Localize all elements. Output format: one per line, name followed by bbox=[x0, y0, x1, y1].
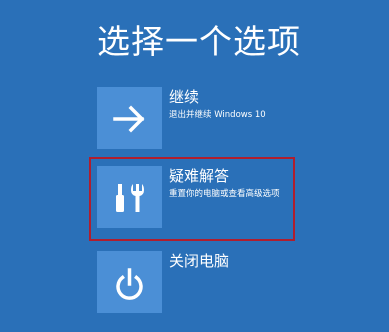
shutdown-tile[interactable] bbox=[97, 251, 162, 313]
continue-option[interactable]: 继续 退出并继续 Windows 10 bbox=[97, 87, 357, 149]
shutdown-label: 关闭电脑 bbox=[169, 252, 230, 270]
troubleshoot-option[interactable]: 疑难解答 重置你的电脑或查看高级选项 bbox=[97, 166, 357, 228]
power-icon bbox=[116, 268, 143, 300]
continue-label: 继续 bbox=[169, 88, 200, 106]
recovery-screen: 选择一个选项 继续 退出并继续 Windows 10 疑难解答 重置你的电脑或查… bbox=[0, 0, 389, 332]
continue-description: 退出并继续 Windows 10 bbox=[169, 110, 266, 120]
troubleshoot-label: 疑难解答 bbox=[169, 167, 230, 185]
continue-tile[interactable] bbox=[97, 87, 162, 149]
tools-icon bbox=[116, 184, 144, 212]
troubleshoot-tile[interactable] bbox=[97, 166, 162, 228]
page-title: 选择一个选项 bbox=[97, 22, 301, 61]
arrow-right-icon bbox=[113, 105, 145, 133]
shutdown-option[interactable]: 关闭电脑 bbox=[97, 251, 357, 313]
troubleshoot-description: 重置你的电脑或查看高级选项 bbox=[169, 189, 280, 199]
